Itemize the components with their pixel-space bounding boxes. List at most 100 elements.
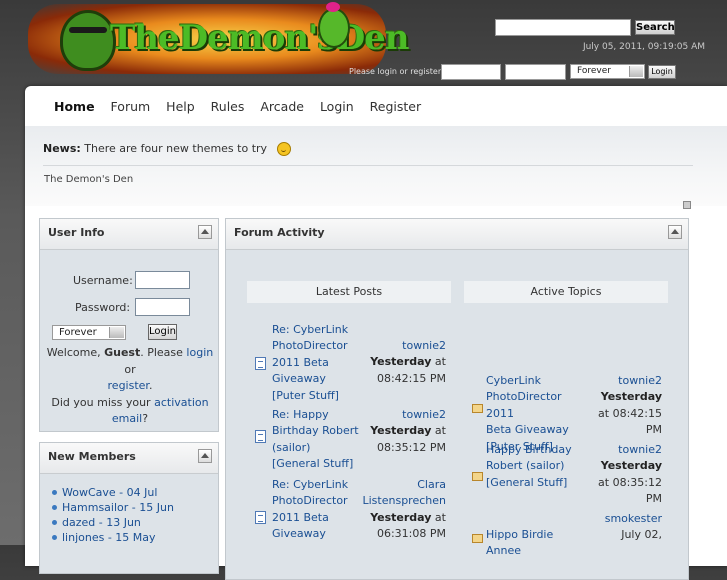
- welcome-prefix: Welcome,: [46, 346, 105, 359]
- post-title-line: Re: Happy: [272, 408, 329, 421]
- topic-title-line: Happy Birthday: [486, 443, 572, 456]
- header-session-value: Forever: [577, 66, 611, 76]
- latest-post-row: Re: Happy Birthday Robert (sailor) [Gene…: [272, 407, 446, 475]
- list-item[interactable]: linjones - 15 May: [52, 530, 174, 545]
- list-item[interactable]: dazed - 13 Jun: [52, 515, 174, 530]
- post-time: 08:42:15 PM: [376, 371, 446, 385]
- post-icon: [255, 430, 266, 443]
- post-title-line: (sailor): [272, 440, 311, 454]
- topic-time: at 08:42:15: [598, 406, 662, 420]
- collapse-icon[interactable]: [668, 225, 682, 239]
- active-topic-title[interactable]: Hippo Birdie Annee: [486, 527, 586, 560]
- user-info-header: User Info: [40, 219, 218, 250]
- topic-when: Yesterday: [600, 390, 662, 404]
- latest-post-meta: townie2 Yesterday at 08:42:15 PM: [370, 338, 446, 387]
- post-at: at: [431, 424, 446, 438]
- missed-activation-text: Did you miss your: [51, 395, 155, 409]
- post-time: 06:31:08 PM: [376, 527, 446, 541]
- post-title-line: Birthday Robert: [272, 424, 359, 438]
- demon-mascot-icon: [60, 10, 116, 71]
- post-when: Yesterday: [370, 424, 432, 438]
- nav-register[interactable]: Register: [370, 99, 421, 114]
- logo-text: TheDemon'sDen: [110, 18, 410, 58]
- post-board: [Puter Stuff]: [272, 388, 339, 402]
- header-login-prompt: Please login or register.: [349, 67, 443, 76]
- login-link[interactable]: login: [186, 346, 213, 359]
- latest-post-title[interactable]: Re: CyberLink PhotoDirector 2011 Beta Gi…: [272, 322, 362, 404]
- latest-post-title[interactable]: Re: CyberLink PhotoDirector 2011 Beta Gi…: [272, 477, 362, 543]
- session-length-select[interactable]: Forever: [52, 325, 126, 340]
- topic-author-link[interactable]: townie2: [618, 374, 662, 387]
- main-panel: Home Forum Help Rules Arcade Login Regis…: [25, 86, 727, 580]
- nav-home[interactable]: Home: [54, 99, 95, 114]
- topic-title-line: PhotoDirector 2011: [486, 390, 562, 420]
- password-label: Password:: [75, 301, 131, 314]
- header-username-input[interactable]: [441, 64, 501, 80]
- nav-help[interactable]: Help: [166, 99, 195, 114]
- register-link[interactable]: register: [108, 379, 149, 392]
- question-mark: ?: [142, 412, 149, 425]
- topic-author-link[interactable]: smokester: [605, 512, 662, 525]
- post-title-line: PhotoDirector: [272, 494, 348, 508]
- latest-post-row: Re: CyberLink PhotoDirector 2011 Beta Gi…: [272, 322, 446, 406]
- welcome-text: Welcome, Guest. Please login or register.…: [42, 345, 218, 428]
- post-title-line: Giveaway: [272, 372, 326, 386]
- active-topic-title[interactable]: Happy Birthday Robert (sailor) [General …: [486, 442, 586, 491]
- topic-when: Yesterday: [600, 459, 662, 473]
- forum-activity-header: Forum Activity: [226, 219, 688, 250]
- latest-posts-header: Latest Posts: [247, 281, 451, 303]
- collapse-icon[interactable]: [198, 449, 212, 463]
- header-session-select[interactable]: Forever: [570, 64, 645, 79]
- news-bar: News: There are four new themes to try: [25, 126, 727, 206]
- password-input[interactable]: [135, 298, 190, 316]
- user-info-box: User Info Username: Password: Forever Lo…: [39, 218, 219, 432]
- nav-login[interactable]: Login: [320, 99, 354, 114]
- list-item[interactable]: Hammsailor - 15 Jun: [52, 500, 174, 515]
- post-time: 08:35:12 PM: [376, 440, 446, 454]
- topic-pm: PM: [645, 492, 662, 506]
- chevron-down-icon: [109, 327, 124, 338]
- upshrink-icon[interactable]: [683, 201, 691, 209]
- topic-title-line: Hippo Birdie Annee: [486, 528, 554, 558]
- nav-forum[interactable]: Forum: [111, 99, 151, 114]
- new-members-title: New Members: [48, 450, 136, 463]
- topic-when: July 02,: [621, 528, 662, 542]
- post-title-line: Giveaway: [272, 527, 326, 541]
- post-author-link[interactable]: townie2: [402, 339, 446, 352]
- latest-post-title[interactable]: Re: Happy Birthday Robert (sailor) [Gene…: [272, 407, 362, 473]
- active-topic-meta: townie2 Yesterday at 08:35:12 PM: [598, 442, 662, 508]
- session-length-value: Forever: [59, 327, 97, 338]
- username-input[interactable]: [135, 271, 190, 289]
- collapse-icon[interactable]: [198, 225, 212, 239]
- or-text: or: [124, 362, 136, 376]
- post-icon: [255, 511, 266, 524]
- post-at: at: [431, 355, 446, 369]
- news-label: News:: [43, 142, 81, 155]
- post-icon: [255, 357, 266, 370]
- nav-arcade[interactable]: Arcade: [260, 99, 304, 114]
- active-topic-meta: smokester July 02,: [605, 511, 662, 544]
- main-nav: Home Forum Help Rules Arcade Login Regis…: [54, 99, 433, 114]
- nav-rules[interactable]: Rules: [211, 99, 245, 114]
- list-item[interactable]: WowCave - 04 Jul: [52, 485, 174, 500]
- header-login-button[interactable]: Login: [648, 65, 676, 79]
- header-password-input[interactable]: [505, 64, 566, 80]
- active-topics-header: Active Topics: [464, 281, 668, 303]
- divider: [43, 165, 693, 166]
- topic-envelope-icon: [472, 534, 483, 543]
- latest-post-row: Re: CyberLink PhotoDirector 2011 Beta Gi…: [272, 477, 446, 557]
- site-logo[interactable]: TheDemon'sDen: [28, 2, 410, 74]
- login-button[interactable]: Login: [148, 324, 177, 340]
- user-info-title: User Info: [48, 226, 105, 239]
- post-author-link[interactable]: Clara: [417, 478, 446, 491]
- header-datetime: July 05, 2011, 09:19:05 AM: [582, 42, 705, 52]
- topic-pm: PM: [645, 423, 662, 437]
- post-author-link[interactable]: Listensprechen: [363, 494, 447, 507]
- header-search-input[interactable]: [495, 19, 631, 36]
- post-author-link[interactable]: townie2: [402, 408, 446, 421]
- news-text: There are four new themes to try: [84, 142, 268, 155]
- topic-author-link[interactable]: townie2: [618, 443, 662, 456]
- header-search-button[interactable]: Search: [635, 20, 675, 35]
- post-board: [General Stuff]: [272, 457, 354, 471]
- post-title-line: PhotoDirector: [272, 339, 348, 353]
